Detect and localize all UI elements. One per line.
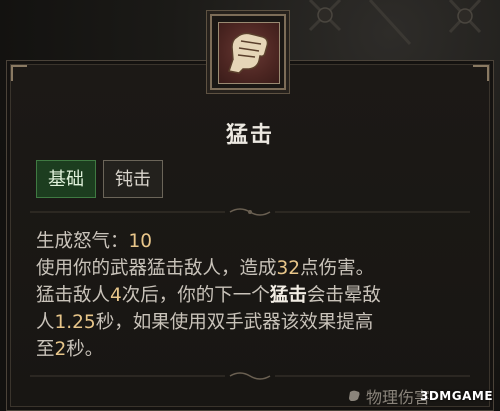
resource-line: 生成怒气：10 xyxy=(36,228,466,255)
background-ornaments xyxy=(300,0,500,48)
panel-corner-ornament xyxy=(11,65,27,81)
skill-tags: 基础 钝击 xyxy=(36,160,163,198)
description-line: 使用你的武器猛击敌人，造成32点伤害。 xyxy=(36,255,466,282)
two-handed-stun-value: 2 xyxy=(54,339,67,360)
description-text: 使用你的武器猛击敌人，造成 xyxy=(36,258,277,279)
description-text: 至 xyxy=(36,339,55,360)
tag-bludgeoning: 钝击 xyxy=(103,160,163,198)
description-text: 次后，你的下一个 xyxy=(121,285,270,306)
description-text: 点伤害。 xyxy=(300,258,375,279)
skill-icon-frame xyxy=(210,14,286,90)
small-fist-icon xyxy=(349,390,360,401)
skill-name: 猛击 xyxy=(225,123,274,148)
skill-keyword: 猛击 xyxy=(269,285,307,306)
description-text: 秒。 xyxy=(66,339,104,360)
fist-icon xyxy=(218,22,280,84)
ornamental-divider xyxy=(30,204,470,218)
description-line: 猛击敌人4次后，你的下一个猛击会击晕敌 xyxy=(36,282,466,309)
panel-corner-ornament xyxy=(473,65,489,81)
damage-value: 32 xyxy=(276,258,301,279)
resource-value: 10 xyxy=(128,231,153,252)
description-text: 猛击敌人 xyxy=(36,285,111,306)
description-line: 至2秒。 xyxy=(36,336,466,363)
hit-count-value: 4 xyxy=(110,285,122,306)
stun-duration-value: 1.25 xyxy=(54,312,96,333)
description-text: 会击晕敌 xyxy=(306,285,381,306)
site-watermark: 3DMGAME xyxy=(420,389,494,403)
resource-label: 生成怒气： xyxy=(36,231,129,252)
tag-basic: 基础 xyxy=(36,160,96,198)
description-line: 人1.25秒，如果使用双手武器该效果提高 xyxy=(36,309,466,336)
description-text: 人 xyxy=(36,312,55,333)
description-text: 秒，如果使用双手武器该效果提高 xyxy=(95,312,374,333)
skill-description: 生成怒气：10 使用你的武器猛击敌人，造成32点伤害。 猛击敌人4次后，你的下一… xyxy=(36,228,466,363)
ornamental-divider-bottom xyxy=(30,368,470,382)
